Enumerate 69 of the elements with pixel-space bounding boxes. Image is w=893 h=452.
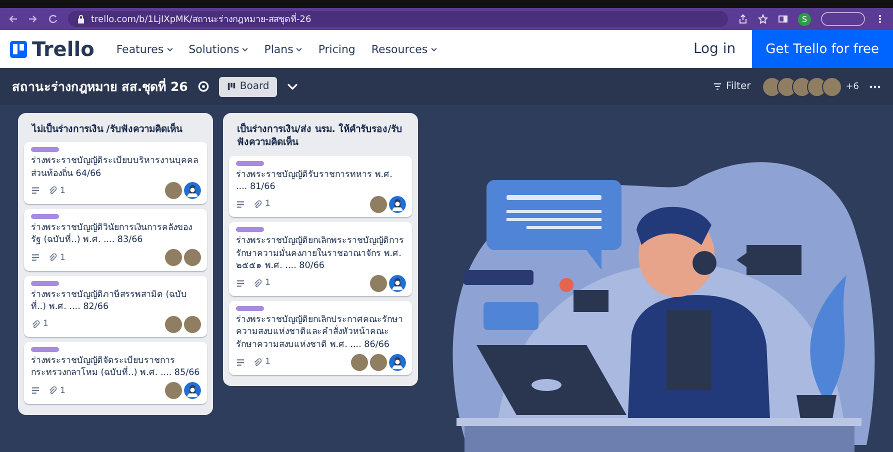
attachment-count: 1 — [60, 186, 66, 196]
more-members-count[interactable]: +6 — [846, 82, 859, 92]
globe-icon[interactable] — [198, 81, 209, 92]
card-label — [31, 280, 59, 286]
chevron-down-icon[interactable] — [287, 81, 298, 92]
nav-link[interactable]: Solutions — [180, 42, 256, 56]
reload-icon[interactable] — [48, 14, 58, 24]
paperclip-icon — [48, 253, 57, 262]
card-title: ร่างพระราชบัญญัติยกเลิกประกาศคณะรักษาความสงบแห่งชาติและคำสั่งหัวหน้าคณะรักษาความสงบแห่งชาติ พ.ศ. .... 86/66 — [236, 314, 404, 352]
card-label — [31, 347, 59, 352]
star-icon[interactable] — [758, 14, 768, 24]
card-label — [236, 227, 264, 232]
nav-link[interactable]: Plans — [256, 42, 310, 56]
card-title: ร่างพระราชบัญญัติภาษีสรรพสามิต (ฉบับที่..) พ.ศ. .... 82/66 — [31, 288, 188, 314]
card[interactable]: ร่างพระราชบัญญัติยกเลิกประกาศคณะรักษาความสงบแห่งชาติและคำสั่งหัวหน้าคณะรักษาความสงบแห่งชาติ พ.ศ. .... 86/66 1 — [229, 301, 412, 376]
card[interactable]: ร่างพระราชบัญญัติยกเลิกพระราชบัญญัติการรักษาความมั่นคงภายในราชอาณาจักร พ.ศ. ๒๕๕๑ พ.ศ. .... 80/66 1 — [229, 222, 412, 296]
login-link[interactable]: Log in — [677, 30, 752, 68]
paperclip-icon — [253, 200, 262, 209]
url-text: trello.com/b/1LjIXpMK/สถานะร่างกฎหมาย-สสชุดที่-26 — [91, 12, 312, 26]
member-avatar[interactable] — [389, 274, 406, 292]
signup-button[interactable]: Get Trello for free — [752, 30, 893, 68]
filter-button[interactable]: Filter — [706, 80, 757, 93]
attachment-count: 1 — [60, 386, 66, 396]
card[interactable]: ร่างพระราชบัญญัติระเบียบบริหารงานบุคคลส่วนท้องถิ่น 64/66 1 — [24, 142, 207, 204]
share-icon[interactable] — [738, 14, 748, 24]
logo-text[interactable]: Trello — [32, 37, 94, 61]
profile-pill[interactable] — [821, 12, 865, 26]
attachment-count: 1 — [265, 278, 270, 288]
side-panel-icon[interactable] — [778, 14, 788, 24]
attachment-count: 1 — [43, 319, 48, 330]
back-arrow-icon[interactable] — [8, 14, 18, 24]
card-title: ร่างพระราชบัญญัติรับราชการทหาร พ.ศ. .... 81/66 — [236, 168, 394, 194]
list-title[interactable]: เป็นร่างการเงิน/ส่ง นรม. ให้คำรับรอง/รับฟังความคิดเห็น — [229, 121, 412, 156]
nav-link[interactable]: Features — [108, 42, 181, 56]
card-label — [31, 147, 59, 152]
board-icon — [226, 82, 236, 91]
attachment-count: 1 — [60, 252, 66, 263]
forward-arrow-icon[interactable] — [28, 14, 38, 24]
card[interactable]: ร่างพระราชบัญญัติจัดระเบียบราชการกระทรวงกลาโหม (ฉบับที่..) พ.ศ. .... 85/66 1 — [24, 342, 207, 404]
address-bar[interactable]: trello.com/b/1LjIXpMK/สถานะร่างกฎหมาย-สสชุดที่-26 — [68, 11, 728, 27]
trello-logo-icon[interactable] — [10, 40, 27, 58]
nav-link[interactable]: Pricing — [310, 42, 364, 56]
card-label — [236, 160, 264, 166]
more-icon[interactable] — [869, 84, 881, 88]
member-avatar[interactable] — [184, 182, 201, 200]
filter-icon — [712, 82, 722, 91]
paperclip-icon — [253, 278, 262, 288]
board-view-button[interactable]: Board — [218, 76, 278, 96]
profile-avatar[interactable]: S — [798, 12, 811, 26]
paperclip-icon — [48, 186, 57, 196]
card-title: ร่างพระราชบัญญัติจัดระเบียบราชการกระทรวงกลาโหม (ฉบับที่..) พ.ศ. .... 85/66 — [31, 355, 201, 380]
card-title: ร่างพระราชบัญญัติระเบียบบริหารงานบุคคลส่วนท้องถิ่น 64/66 — [31, 155, 199, 180]
card-label — [236, 306, 264, 312]
card-title: ร่างพระราชบัญญัติยกเลิกพระราชบัญญัติการรักษาความมั่นคงภายในราชอาณาจักร พ.ศ. ๒๕๕๑ พ.ศ. .... 80/66 — [236, 235, 405, 272]
card-title: ร่างพระราชบัญญัติวินัยการเงินการคลังของรัฐ (ฉบับที่..) พ.ศ. .... 83/66 — [31, 222, 193, 247]
lock-icon — [76, 14, 86, 24]
nav-link[interactable]: Resources — [363, 42, 445, 56]
attachment-count: 1 — [265, 357, 270, 368]
list-title[interactable]: ไม่เป็นร่างการเงิน /รับฟังความคิดเห็น — [24, 121, 207, 142]
member-avatar[interactable] — [389, 196, 406, 213]
paperclip-icon — [48, 386, 57, 396]
paperclip-icon — [253, 358, 262, 367]
member-avatar[interactable] — [184, 382, 201, 400]
board-title[interactable]: สถานะร่างกฎหมาย สส.ชุดที่ 26 — [12, 76, 188, 96]
card[interactable]: ร่างพระราชบัญญัติรับราชการทหาร พ.ศ. .... 81/66 1 — [229, 156, 412, 218]
attachment-count: 1 — [265, 199, 270, 210]
paperclip-icon — [31, 320, 40, 329]
card-label — [31, 214, 59, 219]
member-avatar[interactable] — [389, 354, 406, 371]
